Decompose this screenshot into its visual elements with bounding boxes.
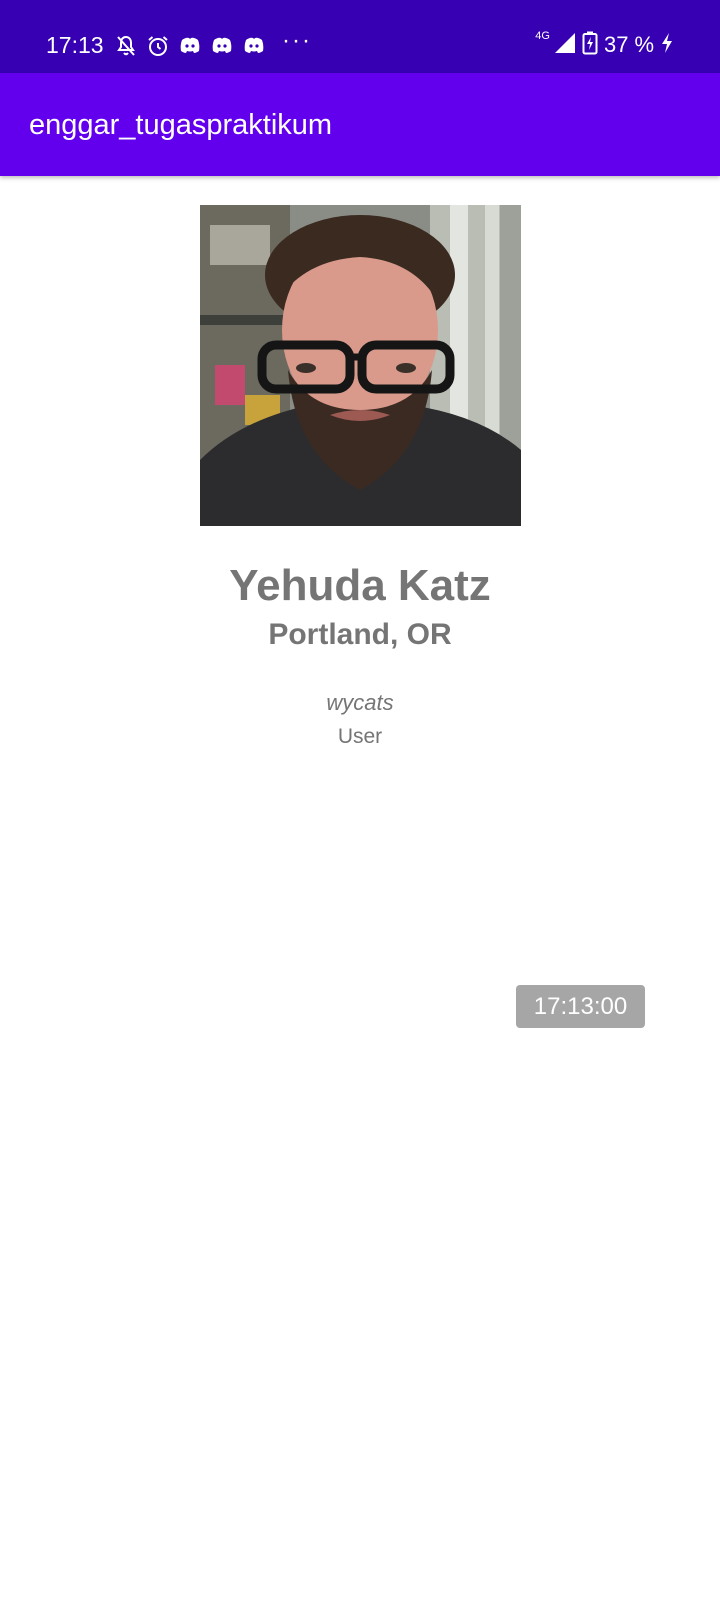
battery-percent-sign: % [634,32,654,57]
battery-level: 37 [603,32,629,57]
screen: 17:13 ··· 4G 37 % enggar_tugaspraktikum … [0,0,720,1600]
signal-icon [554,32,576,59]
discord-icon [210,35,234,57]
discord-icon [178,35,202,57]
profile-photo [200,205,521,526]
time-badge: 17:13:00 [516,985,645,1028]
profile-name: Yehuda Katz [229,561,491,610]
status-notification-icons [114,33,266,59]
profile-location: Portland, OR [268,618,452,651]
discord-icon [242,35,266,57]
status-system-icons: 4G 37 % [535,31,674,59]
status-time: 17:13 [46,32,104,58]
status-bar: 17:13 ··· 4G 37 % [0,0,720,73]
avatar [200,205,521,526]
network-type-label: 4G [535,30,550,42]
app-title: enggar_tugaspraktikum [29,109,333,141]
bell-off-icon [114,34,138,58]
alarm-icon [146,34,170,58]
app-bar: enggar_tugaspraktikum [0,73,720,176]
battery-charging-icon [582,31,598,60]
profile-username: wycats [326,690,394,715]
charging-bolt-icon [660,32,674,59]
more-notifications-icon: ··· [282,27,312,54]
profile-type: User [337,725,383,748]
